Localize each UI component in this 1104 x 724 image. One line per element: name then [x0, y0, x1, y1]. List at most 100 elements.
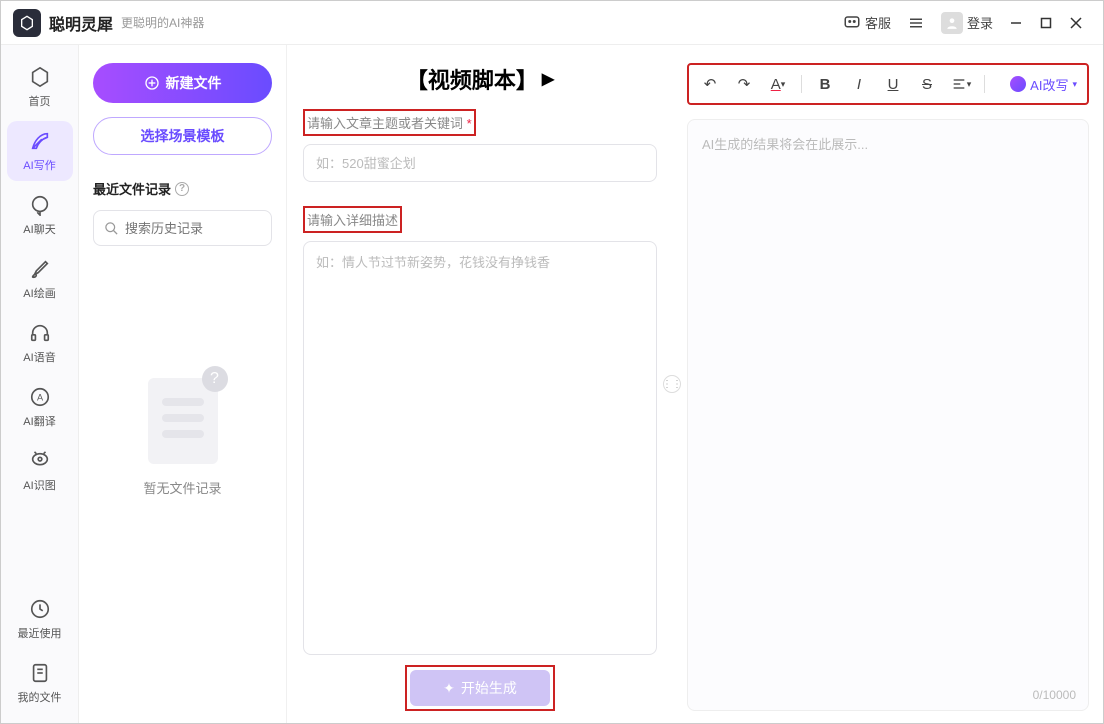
new-file-label: 新建文件: [166, 73, 222, 93]
search-input[interactable]: [125, 221, 301, 236]
sidebar-label: 我的文件: [18, 689, 62, 705]
generate-highlight: ✦ 开始生成: [405, 665, 555, 711]
redo-button[interactable]: ↷: [733, 73, 755, 95]
topic-label-text: 请输入文章主题或者关键词: [307, 116, 463, 131]
new-file-button[interactable]: 新建文件: [93, 63, 272, 103]
login-button[interactable]: 登录: [933, 8, 1001, 38]
choose-template-label: 选择场景模板: [141, 128, 225, 144]
feather-icon: [28, 129, 52, 153]
menu-button[interactable]: [899, 10, 933, 36]
topic-label: 请输入文章主题或者关键词 *: [303, 109, 476, 136]
toolbar-separator: [984, 75, 985, 93]
titlebar: 聪明灵犀 更聪明的AI神器 客服 登录: [1, 1, 1103, 45]
right-panel: ⋮⋮ ↶ ↷ A▾ B I U S ▾ AI改写 ▾ AI生成的结果将会在此展示…: [673, 45, 1103, 723]
choose-template-button[interactable]: 选择场景模板: [93, 117, 272, 155]
sidebar-label: AI识图: [23, 477, 55, 493]
font-color-button[interactable]: A▾: [767, 73, 789, 95]
generate-button[interactable]: ✦ 开始生成: [410, 670, 550, 706]
sparkle-icon: ✦: [443, 680, 455, 697]
ai-rewrite-button[interactable]: AI改写 ▾: [1010, 75, 1077, 94]
strike-icon: S: [922, 76, 932, 93]
chat-icon: [28, 193, 52, 217]
italic-button[interactable]: I: [848, 73, 870, 95]
sidebar-label: AI翻译: [23, 413, 55, 429]
search-icon: [104, 221, 119, 236]
help-icon[interactable]: ?: [175, 182, 189, 196]
sidebar-item-voice[interactable]: AI语音: [7, 313, 73, 373]
main-area: 首页 AI写作 AI聊天 AI绘画 AI语音 A AI翻译 AI识图: [1, 45, 1103, 723]
detail-label-text: 请输入详细描述: [307, 213, 398, 228]
close-button[interactable]: [1061, 8, 1091, 38]
sidebar-item-writing[interactable]: AI写作: [7, 121, 73, 181]
app-logo-icon: [13, 9, 41, 37]
char-count: 0/10000: [1033, 688, 1076, 702]
generate-label: 开始生成: [461, 678, 517, 698]
recent-files-label: 最近文件记录 ?: [93, 179, 272, 198]
sidebar-label: AI绘画: [23, 285, 55, 301]
svg-text:A: A: [36, 393, 43, 403]
output-area[interactable]: AI生成的结果将会在此展示... 0/10000: [687, 119, 1089, 711]
underline-button[interactable]: U: [882, 73, 904, 95]
sidebar-item-home[interactable]: 首页: [7, 57, 73, 117]
empty-illustration: ?: [138, 366, 228, 466]
brush-icon: [28, 257, 52, 281]
left-panel: 新建文件 选择场景模板 最近文件记录 ? ? 暂无文件记录: [79, 45, 287, 723]
plus-circle-icon: [144, 75, 160, 91]
undo-button[interactable]: ↶: [699, 73, 721, 95]
support-button[interactable]: 客服: [835, 9, 899, 36]
toolbar-separator: [801, 75, 802, 93]
align-button[interactable]: ▾: [950, 73, 972, 95]
sidebar-label: AI聊天: [23, 221, 55, 237]
italic-icon: I: [857, 76, 861, 93]
sidebar-item-myfiles[interactable]: 我的文件: [7, 653, 73, 713]
avatar-icon: [941, 12, 963, 34]
sidebar-item-recent[interactable]: 最近使用: [7, 589, 73, 649]
sidebar-label: 首页: [29, 93, 51, 109]
topic-input[interactable]: [303, 144, 657, 182]
sidebar-label: AI语音: [23, 349, 55, 365]
required-mark: *: [467, 116, 472, 131]
minimize-button[interactable]: [1001, 8, 1031, 38]
empty-state: ? 暂无文件记录: [93, 366, 272, 497]
strike-button[interactable]: S: [916, 73, 938, 95]
translate-icon: A: [28, 385, 52, 409]
page-title: 【视频脚本】 ▶: [303, 63, 657, 95]
play-icon: ▶: [542, 69, 554, 89]
hamburger-icon: [907, 14, 925, 32]
search-box[interactable]: [93, 210, 272, 246]
underline-icon: U: [888, 76, 899, 93]
ai-rewrite-label: AI改写: [1030, 75, 1068, 94]
redo-icon: ↷: [738, 75, 751, 93]
login-label: 登录: [967, 13, 993, 32]
undo-icon: ↶: [704, 75, 717, 93]
output-placeholder: AI生成的结果将会在此展示...: [702, 137, 868, 152]
middle-panel: 【视频脚本】 ▶ 请输入文章主题或者关键词 * 请输入详细描述 ✦ 开始生成: [287, 45, 673, 723]
headphone-icon: [28, 321, 52, 345]
app-subtitle: 更聪明的AI神器: [121, 14, 204, 31]
maximize-button[interactable]: [1031, 8, 1061, 38]
bold-icon: B: [820, 76, 831, 93]
file-icon: [28, 661, 52, 685]
support-label: 客服: [865, 13, 891, 32]
detail-label: 请输入详细描述: [303, 206, 402, 233]
sidebar: 首页 AI写作 AI聊天 AI绘画 AI语音 A AI翻译 AI识图: [1, 45, 79, 723]
camera-icon: [28, 449, 52, 473]
drag-handle-icon[interactable]: ⋮⋮: [663, 375, 681, 393]
clock-icon: [28, 597, 52, 621]
font-color-icon: A: [771, 76, 781, 93]
chat-bubble-icon: [843, 14, 861, 32]
question-icon: ?: [202, 366, 228, 392]
home-icon: [28, 65, 52, 89]
sidebar-item-image[interactable]: AI识图: [7, 441, 73, 501]
editor-toolbar: ↶ ↷ A▾ B I U S ▾ AI改写 ▾: [687, 63, 1089, 105]
sidebar-item-chat[interactable]: AI聊天: [7, 185, 73, 245]
empty-text: 暂无文件记录: [143, 478, 221, 497]
app-name: 聪明灵犀: [49, 11, 113, 35]
bold-button[interactable]: B: [814, 73, 836, 95]
sidebar-item-draw[interactable]: AI绘画: [7, 249, 73, 309]
ai-rewrite-icon: [1010, 76, 1026, 92]
sidebar-item-translate[interactable]: A AI翻译: [7, 377, 73, 437]
detail-textarea[interactable]: [303, 241, 657, 655]
recent-label-text: 最近文件记录: [93, 179, 171, 198]
sidebar-label: AI写作: [23, 157, 55, 173]
